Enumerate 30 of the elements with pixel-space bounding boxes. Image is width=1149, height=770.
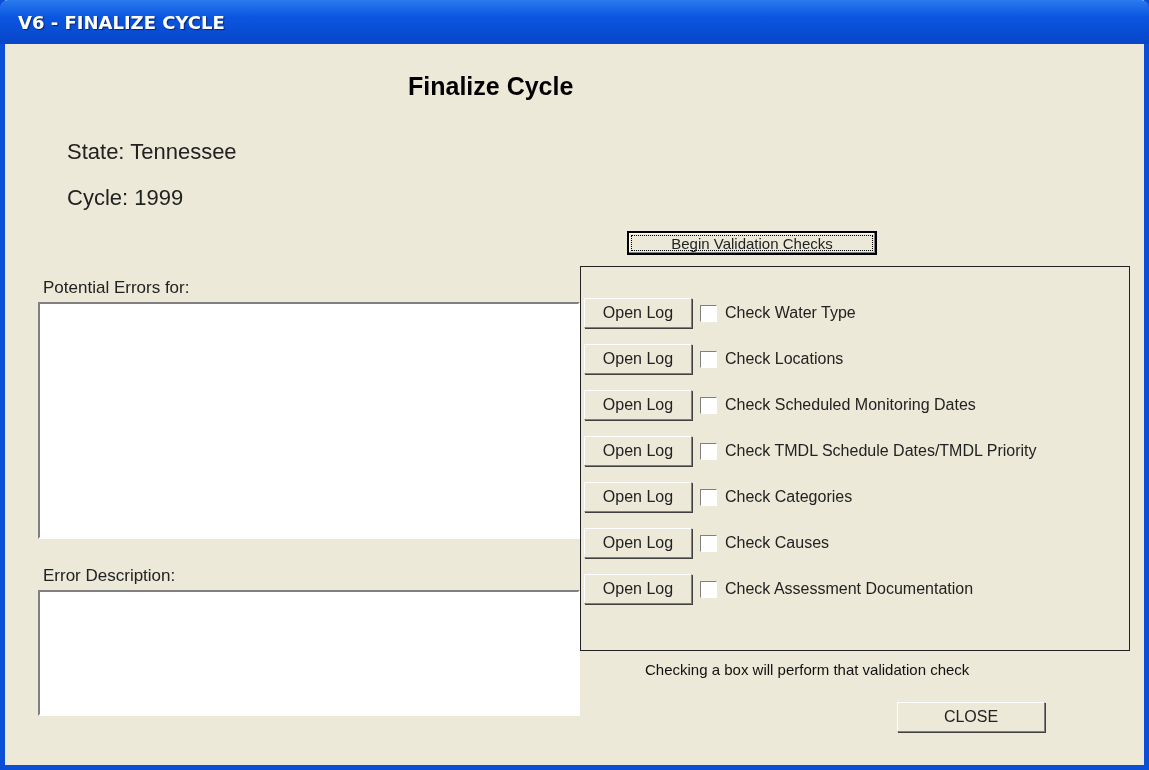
open-log-button[interactable]: Open Log <box>584 436 692 466</box>
field-label: Potential Errors for: <box>43 278 191 298</box>
check-label: Check Categories <box>725 488 853 506</box>
field-label: Error Description: <box>43 566 177 586</box>
open-log-button[interactable]: Open Log <box>584 298 692 328</box>
open-log-button[interactable]: Open Log <box>584 574 692 604</box>
dialog-heading: Finalize Cycle <box>408 72 574 101</box>
checkbox[interactable] <box>700 488 717 506</box>
check-label: Check Water Type <box>725 304 856 322</box>
window-title: V6 - FINALIZE CYCLE <box>18 11 225 33</box>
info-text: Cycle: 1999 <box>67 185 185 211</box>
open-log-button[interactable]: Open Log <box>584 482 692 512</box>
check-label: Check Causes <box>725 534 830 552</box>
open-log-button[interactable]: Open Log <box>584 528 692 558</box>
check-label: Check Scheduled Monitoring Dates <box>725 396 976 414</box>
open-log-button[interactable]: Open Log <box>584 390 692 420</box>
check-label: Check TMDL Schedule Dates/TMDL Priority <box>725 442 1037 460</box>
begin-validation-button[interactable]: Begin Validation Checks <box>627 231 877 255</box>
checkbox[interactable] <box>700 442 717 460</box>
checkbox[interactable] <box>700 580 717 598</box>
open-log-button[interactable]: Open Log <box>584 344 692 374</box>
checkbox[interactable] <box>700 534 717 552</box>
hint-text: Checking a box will perform that validation check <box>645 661 971 678</box>
close-button[interactable]: CLOSE <box>897 702 1045 732</box>
check-label: Check Locations <box>725 350 844 368</box>
checkbox[interactable] <box>700 304 717 322</box>
check-label: Check Assessment Documentation <box>725 580 974 598</box>
checkbox[interactable] <box>700 350 717 368</box>
checkbox[interactable] <box>700 396 717 414</box>
info-text: State: Tennessee <box>67 139 238 165</box>
